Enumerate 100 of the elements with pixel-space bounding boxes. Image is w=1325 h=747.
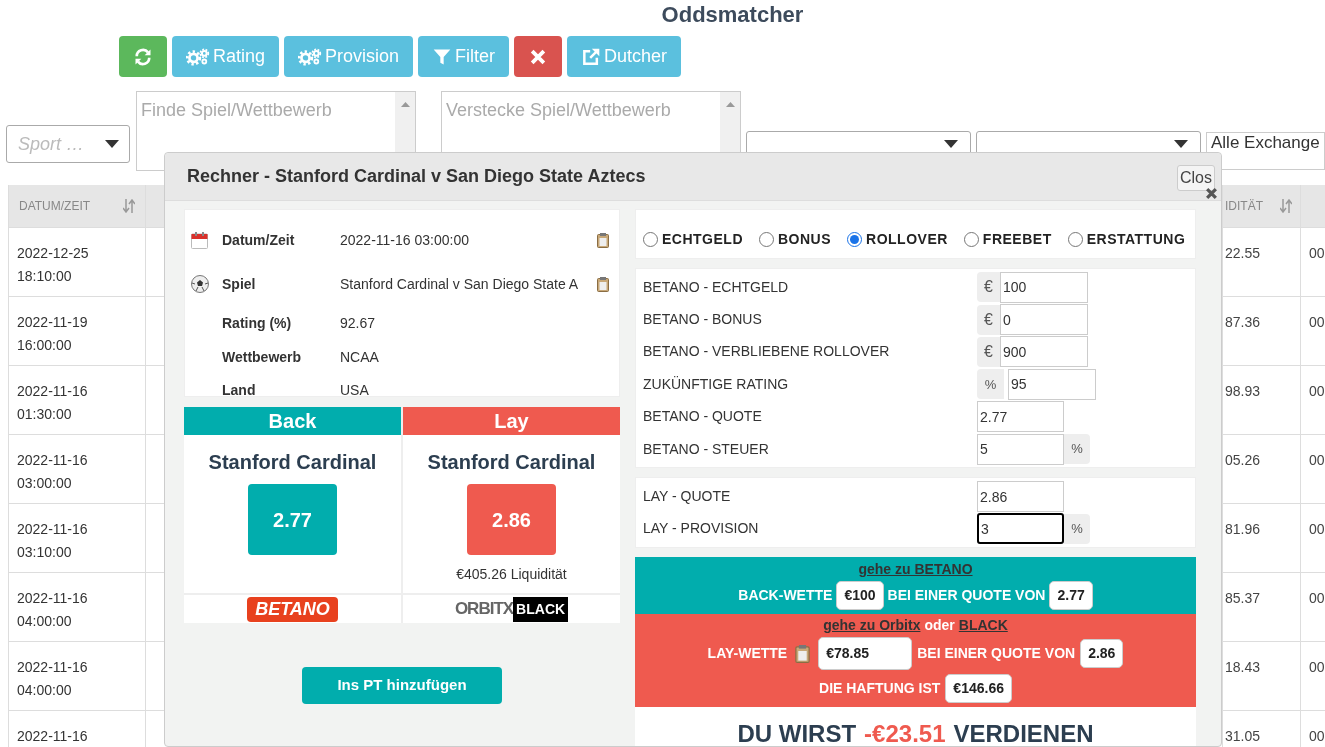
time-text: 03:10:00 bbox=[17, 543, 73, 562]
time-text: 03:00:00 bbox=[17, 474, 73, 493]
field-label: Datum/Zeit bbox=[222, 230, 296, 250]
radio-option[interactable]: ECHTGELD bbox=[643, 229, 743, 250]
table-cell: 00 bbox=[1309, 452, 1325, 468]
table-cell: 00 bbox=[1309, 521, 1325, 537]
field-label: BETANO - ECHTGELD bbox=[643, 277, 790, 297]
input-addon: % bbox=[1064, 513, 1090, 544]
field-label: ZUKÜNFTIGE RATING bbox=[643, 374, 790, 394]
radio-label: FREEBET bbox=[982, 230, 1052, 249]
field-label: BETANO - STEUER bbox=[643, 439, 770, 459]
input-addon: % bbox=[1064, 434, 1090, 465]
radio-label: ROLLOVER bbox=[866, 230, 948, 249]
lay-header: Lay bbox=[403, 407, 620, 435]
refresh-icon bbox=[133, 46, 153, 67]
value-box: 2.77 bbox=[1049, 581, 1093, 611]
input-field[interactable]: 95 bbox=[1008, 368, 1096, 400]
caret-icon bbox=[944, 140, 958, 148]
profit-amount: -€23.51 bbox=[864, 719, 946, 746]
field-label: Spiel bbox=[222, 274, 257, 294]
field-value: NCAA bbox=[340, 348, 380, 367]
link-separator: oder bbox=[924, 616, 955, 636]
time-text: 16:00:00 bbox=[17, 336, 73, 355]
table-cell: 00 bbox=[1309, 659, 1325, 675]
scroll-up-icon bbox=[400, 102, 410, 107]
gears-icon bbox=[298, 47, 323, 66]
field-label: LAY - PROVISION bbox=[643, 519, 760, 539]
table-cell: 22.55 bbox=[1225, 245, 1261, 261]
input-field[interactable]: 100 bbox=[1000, 271, 1088, 303]
odds-box: 2.86 bbox=[467, 484, 556, 555]
radio-label: BONUS bbox=[778, 230, 832, 249]
exchange-select[interactable]: Alle Exchange bbox=[1206, 132, 1325, 170]
close-button[interactable]: Clos bbox=[1177, 165, 1215, 191]
value-box: €146.66 bbox=[945, 674, 1012, 704]
field-label: BETANO - BONUS bbox=[643, 310, 763, 330]
radio-option[interactable]: ROLLOVER bbox=[847, 229, 948, 250]
input-field[interactable]: 900 bbox=[1000, 336, 1088, 368]
profit-text: VERDIENEN bbox=[953, 719, 1094, 746]
field-value: Stanford Cardinal v San Diego State A bbox=[340, 274, 580, 294]
value-box: 2.86 bbox=[1080, 639, 1124, 669]
field-label: BETANO - VERBLIEBENE ROLLOVER bbox=[643, 342, 891, 362]
team-name: Stanford Cardinal bbox=[208, 450, 377, 475]
liquidity-text: €405.26 Liquidität bbox=[456, 564, 567, 584]
radio-label: ERSTATTUNG bbox=[1086, 230, 1186, 249]
radio-option[interactable]: BONUS bbox=[759, 229, 832, 250]
date-text: 2022-11-16 bbox=[17, 451, 89, 470]
date-text: 2022-11-19 bbox=[17, 313, 89, 332]
date-text: 2022-11-16 bbox=[17, 658, 89, 677]
date-text: 2022-12-25 bbox=[17, 244, 90, 263]
date-text: 2022-11-16 bbox=[17, 520, 89, 539]
radio-option[interactable]: FREEBET bbox=[963, 229, 1052, 250]
placeholder-text: Verstecke Spiel/Wettbewerb bbox=[445, 99, 671, 122]
page-title: Oddsmatcher bbox=[660, 2, 804, 29]
calendar-icon bbox=[191, 231, 208, 249]
external-link-icon bbox=[581, 46, 602, 67]
odds-box: 2.77 bbox=[248, 484, 337, 555]
input-addon: € bbox=[977, 304, 1000, 335]
input-addon: € bbox=[977, 272, 1000, 303]
table-cell: 98.93 bbox=[1225, 383, 1261, 399]
link[interactable]: BLACK bbox=[958, 615, 1008, 637]
table-cell: 85.37 bbox=[1225, 590, 1261, 606]
field-label: Rating (%) bbox=[222, 314, 293, 333]
field-value: 2022-11-16 03:00:00 bbox=[340, 230, 470, 250]
select-placeholder: Sport … bbox=[18, 132, 85, 156]
table-cell: 05.26 bbox=[1225, 452, 1261, 468]
value-box: €100 bbox=[836, 581, 884, 611]
link[interactable]: gehe zu BETANO bbox=[858, 559, 973, 581]
input-addon: € bbox=[977, 336, 1000, 367]
input-field[interactable]: 5 bbox=[977, 433, 1064, 465]
input-addon: % bbox=[977, 369, 1004, 400]
bet-label: LAY-WETTE bbox=[707, 644, 788, 664]
close-button[interactable] bbox=[514, 36, 563, 77]
bet-label: DIE HAFTUNG IST bbox=[819, 679, 941, 699]
input-field[interactable]: 2.86 bbox=[977, 481, 1064, 513]
date-text: 2022-11-16 bbox=[17, 727, 89, 746]
field-label: LAY - QUOTE bbox=[643, 487, 732, 507]
input-field[interactable]: 3 bbox=[977, 513, 1064, 545]
input-field[interactable]: 0 bbox=[1000, 304, 1088, 336]
scroll-up-icon bbox=[725, 102, 735, 107]
bet-label: BEI EINER QUOTE VON bbox=[887, 586, 1046, 606]
placeholder-text: Finde Spiel/Wettbewerb bbox=[140, 99, 332, 122]
exchange-logo: ORBITX BLACK bbox=[454, 596, 569, 622]
soccer-ball-icon bbox=[191, 275, 209, 293]
field-value: USA bbox=[340, 381, 370, 400]
clipboard-icon bbox=[795, 644, 811, 663]
radio-option[interactable]: ERSTATTUNG bbox=[1067, 229, 1186, 250]
date-text: 2022-11-16 bbox=[17, 382, 89, 401]
table-cell: 31.05 bbox=[1225, 728, 1261, 744]
value-box: €78.85 bbox=[818, 637, 913, 671]
field-label: Wettbewerb bbox=[222, 348, 303, 367]
refresh-button[interactable] bbox=[119, 36, 167, 77]
time-text: 04:00:00 bbox=[17, 612, 73, 631]
field-label: Land bbox=[222, 381, 257, 400]
link[interactable]: gehe zu Orbitx bbox=[823, 615, 921, 637]
table-cell: 00 bbox=[1309, 314, 1325, 330]
table-cell: 81.96 bbox=[1225, 521, 1261, 537]
table-cell: 00 bbox=[1309, 728, 1325, 744]
input-field[interactable]: 2.77 bbox=[977, 401, 1064, 433]
bet-label: BEI EINER QUOTE VON bbox=[917, 644, 1076, 664]
table-cell: 87.36 bbox=[1225, 314, 1261, 330]
